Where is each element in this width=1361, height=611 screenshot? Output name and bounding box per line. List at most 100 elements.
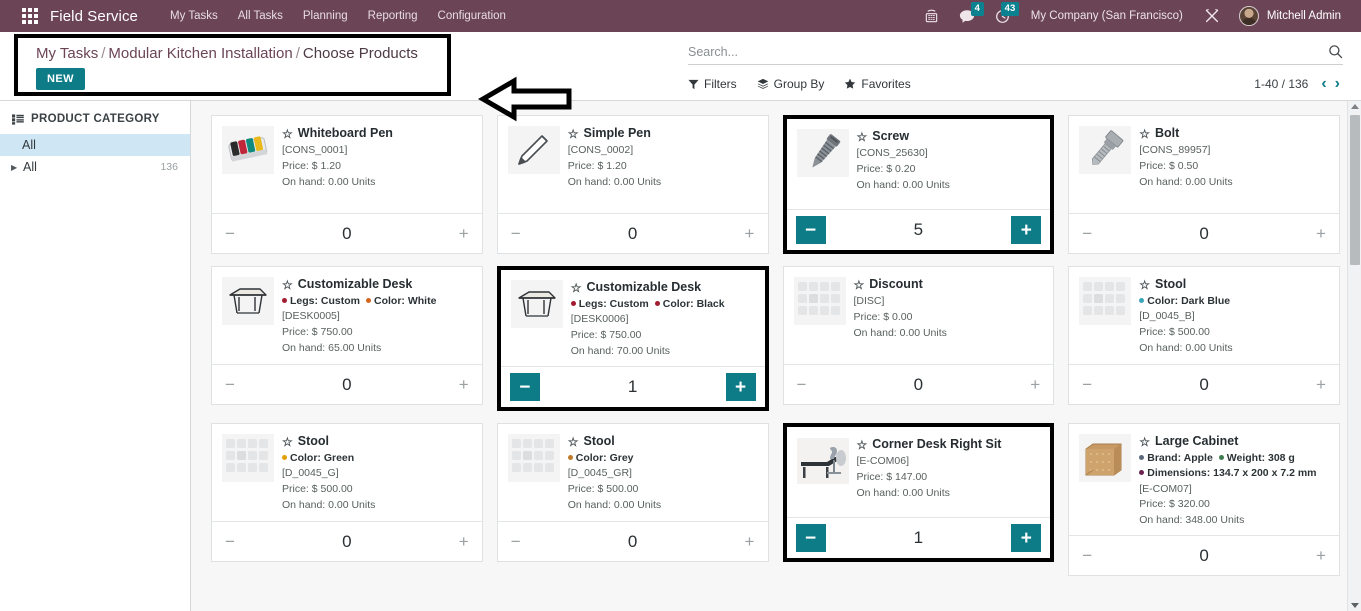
breadcrumb-item-modular-kitchen-installation[interactable]: Modular Kitchen Installation (108, 45, 292, 62)
favorite-star-icon[interactable]: ☆ (1139, 128, 1150, 140)
decrease-quantity-button[interactable]: − (221, 533, 239, 551)
bolt-image (1079, 126, 1132, 174)
apps-grid-icon[interactable] (22, 8, 38, 24)
favorite-star-icon[interactable]: ☆ (1139, 436, 1150, 448)
increase-quantity-button[interactable]: + (1312, 547, 1330, 565)
increase-quantity-button[interactable]: + (1026, 376, 1044, 394)
breadcrumb-item-my-tasks[interactable]: My Tasks (36, 45, 98, 62)
tools-wrench-icon[interactable] (1195, 0, 1229, 32)
search-icon[interactable] (1322, 44, 1343, 59)
decrease-quantity-button[interactable]: − (795, 524, 826, 553)
scrollbar-thumb[interactable] (1350, 115, 1360, 265)
product-card[interactable]: ☆ Corner Desk Right Sit [E-COM06] Price:… (782, 423, 1055, 563)
increase-quantity-button[interactable]: + (1312, 225, 1330, 243)
product-card[interactable]: ☆ Customizable Desk Legs: Custom Color: B… (496, 266, 769, 412)
decrease-quantity-button[interactable]: − (1078, 376, 1096, 394)
product-card[interactable]: ☆ Stool Color: Dark Blue [D_0045_B] Pric… (1068, 266, 1340, 405)
group-by-dropdown[interactable]: Group By (757, 77, 824, 91)
favorite-star-icon[interactable]: ☆ (282, 279, 293, 291)
product-card[interactable]: ☆ Stool Color: Grey [D_0045_GR] Price: $… (496, 423, 769, 563)
increase-quantity-button[interactable]: + (455, 225, 473, 243)
corner-desk-image (796, 437, 849, 485)
pager-next-button[interactable]: › (1332, 76, 1343, 92)
product-on-hand: On hand: 0.00 Units (856, 486, 950, 499)
product-attributes: Legs: Custom Color: White (282, 294, 472, 309)
increase-quantity-button[interactable]: + (741, 533, 759, 551)
activities-clock-icon[interactable]: 43 (986, 0, 1019, 32)
product-attribute: Legs: Custom (570, 298, 649, 310)
decrease-quantity-button[interactable]: − (221, 225, 239, 243)
decrease-quantity-button[interactable]: − (795, 216, 826, 244)
pager-count: 1-40 / 136 (1254, 77, 1309, 91)
new-button[interactable]: NEW (36, 68, 85, 90)
favorites-dropdown[interactable]: Favorites (844, 77, 911, 91)
decrease-quantity-button[interactable]: − (509, 373, 540, 402)
increase-quantity-button[interactable]: + (725, 373, 756, 402)
kanban-card-slot: ☆ Large Cabinet Brand: Apple Weight: 308 … (1061, 417, 1347, 582)
product-card[interactable]: ☆ Bolt [CONS_89957] Price: $ 0.50 On han… (1068, 115, 1340, 254)
decrease-quantity-button[interactable]: − (1078, 225, 1096, 243)
menu-configuration[interactable]: Configuration (428, 4, 516, 28)
vertical-scrollbar[interactable] (1347, 101, 1361, 611)
increase-quantity-button[interactable]: + (455, 533, 473, 551)
sidebar-item-all-tree[interactable]: ▶ All 136 (0, 156, 190, 178)
favorite-star-icon[interactable]: ☆ (857, 131, 868, 143)
favorite-star-icon[interactable]: ☆ (854, 279, 865, 291)
decrease-quantity-button[interactable]: − (793, 376, 811, 394)
product-attributes: Color: Grey (567, 451, 758, 466)
increase-quantity-button[interactable]: + (1312, 376, 1330, 394)
product-on-hand: On hand: 0.00 Units (282, 499, 376, 512)
favorite-star-icon[interactable]: ☆ (568, 128, 579, 140)
product-attribute: Color: Green (282, 452, 354, 464)
chevron-right-icon[interactable]: ▶ (11, 163, 18, 172)
user-menu-mitchell-admin[interactable]: Mitchell Admin (1267, 10, 1349, 22)
favorite-star-icon[interactable]: ☆ (568, 436, 579, 448)
scroll-down-arrow-icon[interactable] (1351, 603, 1359, 608)
product-card[interactable]: ☆ Discount [DISC] Price: $ 0.00 On hand:… (782, 266, 1055, 405)
product-name: Whiteboard Pen (297, 126, 393, 140)
search-row (688, 44, 1343, 65)
decrease-quantity-button[interactable]: − (221, 376, 239, 394)
favorite-star-icon[interactable]: ☆ (282, 436, 293, 448)
product-card[interactable]: ☆ Simple Pen [CONS_0002] Price: $ 1.20 O… (496, 115, 769, 254)
search-input[interactable] (688, 44, 1322, 59)
decrease-quantity-button[interactable]: − (1078, 547, 1096, 565)
product-card[interactable]: ☆ Whiteboard Pen [CONS_0001] Price: $ 1.… (211, 115, 483, 254)
product-attributes: Color: Dark Blue (1139, 294, 1329, 309)
menu-my-tasks[interactable]: My Tasks (160, 4, 228, 28)
product-code: [DESK0005] (282, 310, 340, 323)
product-name: Screw (872, 129, 910, 143)
filters-dropdown[interactable]: Filters (688, 77, 737, 91)
user-avatar[interactable] (1238, 6, 1259, 26)
product-attribute: Color: White (366, 295, 436, 307)
product-card[interactable]: ☆ Large Cabinet Brand: Apple Weight: 308 … (1068, 423, 1340, 577)
product-title-row: ☆ Stool (568, 434, 758, 449)
product-info: ☆ Discount [DISC] Price: $ 0.00 On hand:… (854, 277, 1044, 358)
menu-reporting[interactable]: Reporting (358, 4, 428, 28)
increase-quantity-button[interactable]: + (1011, 216, 1042, 244)
favorite-star-icon[interactable]: ☆ (1139, 279, 1150, 291)
increase-quantity-button[interactable]: + (741, 225, 759, 243)
product-card[interactable]: ☆ Stool Color: Green [D_0045_G] Price: $… (211, 423, 483, 563)
increase-quantity-button[interactable]: + (455, 376, 473, 394)
app-brand-field-service[interactable]: Field Service (50, 8, 138, 25)
decrease-quantity-button[interactable]: − (507, 225, 525, 243)
favorite-star-icon[interactable]: ☆ (571, 282, 582, 294)
kanban-scroll-area[interactable]: ☆ Whiteboard Pen [CONS_0001] Price: $ 1.… (191, 101, 1361, 611)
sidebar-item-all-selected[interactable]: All (0, 134, 190, 156)
increase-quantity-button[interactable]: + (1011, 524, 1042, 553)
favorite-star-icon[interactable]: ☆ (857, 439, 868, 451)
attribute-label: Legs: Custom (578, 298, 649, 310)
product-card[interactable]: ☆ Customizable Desk Legs: Custom Color: W… (211, 266, 483, 405)
decrease-quantity-button[interactable]: − (507, 533, 525, 551)
menu-planning[interactable]: Planning (293, 4, 358, 28)
favorite-star-icon[interactable]: ☆ (282, 128, 293, 140)
product-card[interactable]: ☆ Screw [CONS_25630] Price: $ 0.20 On ha… (782, 115, 1055, 254)
menu-all-tasks[interactable]: All Tasks (228, 4, 293, 28)
messages-icon[interactable]: 4 (950, 0, 984, 32)
product-card-body: ☆ Simple Pen [CONS_0002] Price: $ 1.20 O… (498, 116, 768, 213)
company-selector[interactable]: My Company (San Francisco) (1021, 10, 1193, 22)
pager-previous-button[interactable]: ‹ (1318, 76, 1329, 92)
voip-phone-icon[interactable] (915, 0, 948, 32)
scroll-up-arrow-icon[interactable] (1351, 104, 1359, 109)
